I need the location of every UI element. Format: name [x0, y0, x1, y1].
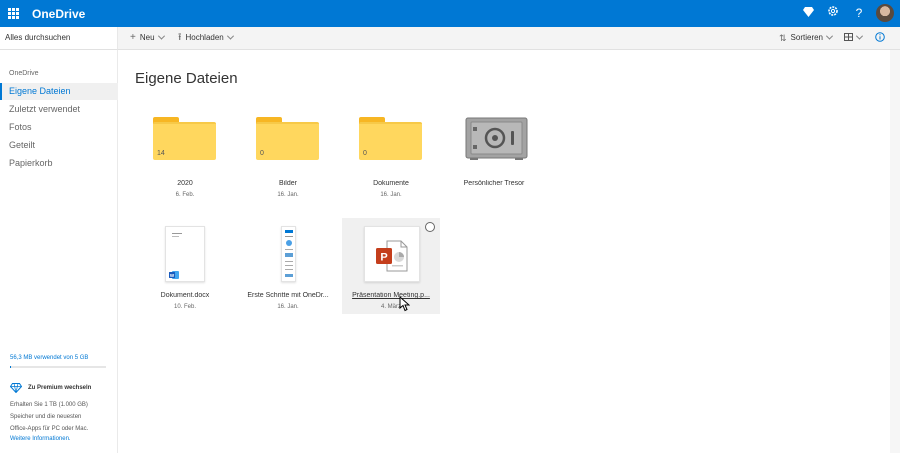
- mouse-pointer-icon: [399, 296, 410, 312]
- sidebar-item-photos[interactable]: Fotos: [0, 119, 118, 136]
- chevron-down-icon: [226, 32, 234, 40]
- sidebar: OneDrive Eigene Dateien Zuletzt verwende…: [0, 50, 118, 453]
- powerpoint-icon: P: [376, 240, 408, 272]
- sidebar-item-my-files[interactable]: Eigene Dateien: [0, 83, 118, 100]
- folder-item-count: 0: [260, 150, 264, 157]
- svg-text:P: P: [380, 252, 387, 264]
- document-thumbnail: W: [165, 226, 205, 282]
- folder-icon: 14: [153, 117, 216, 160]
- info-button[interactable]: [875, 32, 885, 42]
- search-box[interactable]: Alles durchsuchen: [0, 27, 118, 50]
- sidebar-item-recent[interactable]: Zuletzt verwendet: [0, 101, 118, 118]
- search-placeholder: Alles durchsuchen: [5, 33, 71, 42]
- storage-bar-fill: [10, 366, 12, 368]
- more-info-link[interactable]: Weitere Informationen.: [10, 436, 71, 442]
- folder-tile-bilder[interactable]: 0 Bilder 16. Jan.: [239, 106, 337, 202]
- premium-upgrade-button[interactable]: Zu Premium wechseln: [10, 383, 91, 393]
- word-icon: W: [169, 271, 179, 279]
- storage-bar: [10, 366, 106, 368]
- upload-label: Hochladen: [185, 33, 224, 42]
- tile-date: 10. Feb.: [173, 304, 196, 310]
- tile-name: Persönlicher Tresor: [463, 180, 525, 187]
- chevron-down-icon: [855, 32, 864, 40]
- tile-date: 16. Jan.: [277, 304, 299, 310]
- sidebar-header: OneDrive: [9, 70, 39, 77]
- premium-description-line-1: Erhalten Sie 1 TB (1.000 GB): [10, 402, 88, 408]
- upload-button[interactable]: ⭱ Hochladen: [178, 31, 234, 43]
- folder-item-count: 0: [363, 150, 367, 157]
- waffle-icon[interactable]: [8, 8, 19, 19]
- sort-button[interactable]: ⇅ Sortieren: [779, 32, 834, 43]
- folder-icon: 0: [359, 117, 422, 160]
- tile-date: 6. Feb.: [175, 192, 195, 198]
- sidebar-item-shared[interactable]: Geteilt: [0, 137, 118, 154]
- command-bar: + Neu ⭱ Hochladen ⇅ Sortieren: [118, 27, 900, 50]
- personal-vault-safe-icon: [465, 117, 528, 160]
- tile-name: Präsentation Meeting.p...: [352, 292, 430, 299]
- file-tile-erste-schritte[interactable]: Erste Schritte mit OneDr... 16. Jan.: [239, 218, 337, 314]
- premium-diamond-icon[interactable]: [800, 5, 816, 21]
- storage-usage-link[interactable]: 56,3 MB verwendet von 5 GB: [10, 355, 88, 361]
- premium-description-line-3: Office-Apps für PC oder Mac.: [10, 426, 89, 432]
- folder-tile-personal-vault[interactable]: Persönlicher Tresor: [445, 106, 543, 202]
- new-button[interactable]: + Neu: [130, 31, 165, 43]
- sort-label: Sortieren: [790, 33, 824, 42]
- sidebar-item-recycle-bin[interactable]: Papierkorb: [0, 155, 118, 172]
- folder-tile-dokumente[interactable]: 0 Dokumente 16. Jan.: [342, 106, 440, 202]
- scrollbar[interactable]: [890, 50, 900, 453]
- chevron-down-icon: [825, 32, 834, 40]
- tile-name: Bilder: [279, 180, 297, 187]
- top-bar: OneDrive ?: [0, 0, 900, 27]
- folder-item-count: 14: [157, 150, 165, 157]
- grid-view-icon: [844, 33, 853, 41]
- folder-tile-2020[interactable]: 14 2020 6. Feb.: [136, 106, 234, 202]
- powerpoint-thumbnail: P: [364, 226, 420, 282]
- tile-name: 2020: [177, 180, 193, 187]
- tile-date: 16. Jan.: [380, 192, 402, 198]
- info-icon: [875, 32, 885, 42]
- selection-checkbox[interactable]: [425, 222, 435, 232]
- settings-gear-icon[interactable]: [825, 5, 841, 21]
- file-tile-dokument-docx[interactable]: W Dokument.docx 10. Feb.: [136, 218, 234, 314]
- upload-arrow-icon: ⭱: [178, 31, 182, 43]
- premium-diamond-icon: [10, 383, 22, 393]
- help-icon[interactable]: ?: [851, 5, 867, 21]
- app-title[interactable]: OneDrive: [32, 7, 85, 21]
- chevron-down-icon: [157, 32, 165, 40]
- view-options-button[interactable]: [844, 32, 864, 41]
- tile-name: Erste Schritte mit OneDr...: [247, 292, 329, 299]
- tile-name: Dokument.docx: [160, 292, 210, 299]
- pdf-thumbnail: [281, 226, 296, 282]
- tile-name: Dokumente: [373, 180, 409, 187]
- plus-icon: +: [130, 31, 136, 43]
- user-avatar[interactable]: [876, 4, 894, 22]
- page-title: Eigene Dateien: [135, 70, 238, 87]
- premium-label: Zu Premium wechseln: [28, 385, 92, 391]
- tile-date: 4. März: [380, 304, 401, 310]
- new-label: Neu: [139, 33, 155, 42]
- sort-icon: ⇅: [779, 32, 787, 43]
- premium-description-line-2: Speicher und die neuesten: [10, 414, 82, 420]
- folder-icon: 0: [256, 117, 319, 160]
- tile-date: 16. Jan.: [277, 192, 299, 198]
- file-tile-praesentation-meeting[interactable]: P Präsentation Meeting.p... 4. März: [342, 218, 440, 314]
